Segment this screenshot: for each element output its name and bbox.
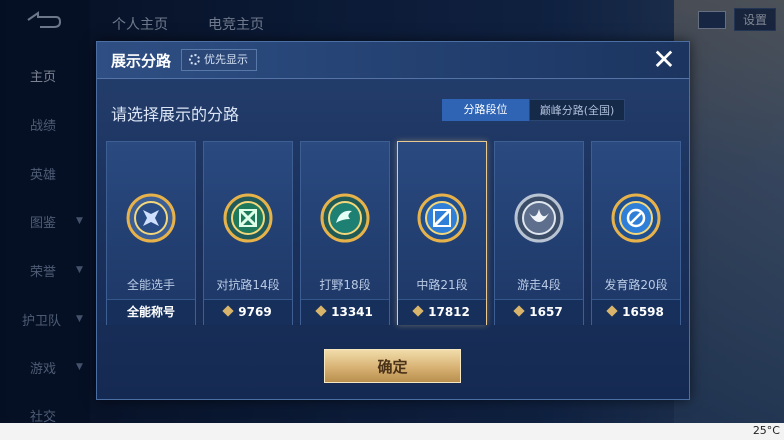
lane-card-all-round[interactable]: 全能选手 全能称号 [106, 141, 196, 325]
lane-points-value: 16598 [622, 305, 664, 319]
lane-points: 9769 [204, 299, 292, 325]
dialog-title: 展示分路 [111, 52, 172, 70]
lane-title-text: 全能称号 [126, 305, 175, 319]
tab-lane-rank[interactable]: 分路段位 [442, 99, 529, 121]
lane-points-value: 9769 [238, 305, 272, 319]
lane-name: 打野18段 [319, 278, 371, 292]
lane-card-farm[interactable]: 发育路20段 16598 [591, 141, 681, 325]
lane-points-value: 17812 [428, 305, 470, 319]
lane-card-jungle[interactable]: 打野18段 13341 [300, 141, 390, 325]
temperature-readout: 25°C [752, 424, 780, 437]
tab-peak-lane[interactable]: 巅峰分路(全国) [529, 99, 625, 121]
points-icon [315, 305, 327, 317]
lane-points: 17812 [398, 299, 486, 325]
points-icon [412, 305, 424, 317]
lane-points: 1657 [495, 299, 583, 325]
lane-card-mid[interactable]: 中路21段 17812 [397, 141, 487, 325]
close-button[interactable]: ✕ [649, 46, 679, 76]
lane-name: 游走4段 [517, 278, 561, 292]
roam-emblem-icon [514, 193, 564, 243]
jungle-emblem-icon [320, 193, 370, 243]
points-icon [606, 305, 618, 317]
lane-name: 对抗路14段 [216, 278, 280, 292]
lane-points: 13341 [301, 299, 389, 325]
gear-icon [189, 54, 200, 65]
lane-points-value: 1657 [529, 305, 563, 319]
lane-footer: 全能称号 [107, 299, 195, 325]
lane-name: 中路21段 [416, 278, 468, 292]
lane-name: 全能选手 [126, 278, 175, 292]
points-icon [222, 305, 234, 317]
selection-prompt: 请选择展示的分路 [111, 105, 240, 124]
dialog-header: 展示分路 优先显示 ✕ [97, 42, 689, 79]
lane-card-roam[interactable]: 游走4段 1657 [494, 141, 584, 325]
priority-display-label: 优先显示 [204, 53, 248, 66]
lane-display-dialog: 展示分路 优先显示 ✕ 请选择展示的分路 分路段位 巅峰分路(全国) 全能选手 … [96, 41, 690, 400]
priority-display-button[interactable]: 优先显示 [181, 49, 257, 71]
lane-points-value: 13341 [331, 305, 373, 319]
clash-lane-emblem-icon [223, 193, 273, 243]
mid-lane-emblem-icon [417, 193, 467, 243]
points-icon [513, 305, 525, 317]
lane-card-clash[interactable]: 对抗路14段 9769 [203, 141, 293, 325]
confirm-button[interactable]: 确定 [324, 349, 461, 383]
lane-points: 16598 [592, 299, 680, 325]
all-round-emblem-icon [126, 193, 176, 243]
farm-lane-emblem-icon [611, 193, 661, 243]
lane-name: 发育路20段 [604, 278, 668, 292]
close-icon: ✕ [652, 43, 676, 76]
taskbar: 25°C [0, 423, 784, 440]
